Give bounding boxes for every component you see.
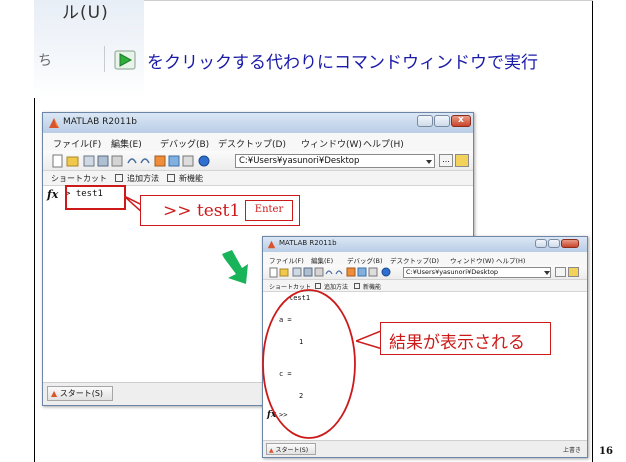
- matlab-logo-icon: [267, 240, 276, 249]
- menu-debug[interactable]: デバッグ(B): [160, 137, 209, 150]
- matlab-logo-icon: [49, 118, 59, 128]
- maximize-button[interactable]: [434, 115, 450, 127]
- shortcut-how-to-add[interactable]: 追加方法: [127, 173, 159, 184]
- window-title: MATLAB R2011b: [63, 117, 138, 127]
- current-folder-path: C:¥Users¥yasunori¥Desktop: [406, 268, 499, 276]
- result-callout: 結果が表示される: [380, 322, 551, 355]
- maximize-button[interactable]: [548, 239, 560, 248]
- browse-folder-button[interactable]: ...: [439, 154, 453, 167]
- up-folder-button[interactable]: [455, 154, 469, 167]
- close-button[interactable]: x: [451, 115, 471, 127]
- window-title: MATLAB R2011b: [279, 239, 337, 247]
- menu-file[interactable]: ファイル(F): [269, 255, 304, 265]
- menu-window[interactable]: ウィンドウ(W): [301, 137, 362, 150]
- menu-window[interactable]: ウィンドウ(W): [450, 255, 494, 265]
- menu-edit[interactable]: 編集(E): [111, 137, 142, 150]
- title-bar: MATLAB R2011b: [263, 237, 587, 252]
- shortcuts-bar: ショートカット 追加方法 新機能: [43, 171, 473, 186]
- toolbar-icons[interactable]: [269, 267, 399, 278]
- status-bar: ▲ スタート(S) 上書き: [263, 440, 587, 457]
- command-highlight-box: [65, 185, 126, 210]
- slide-frame-right: [592, 0, 593, 462]
- current-folder-field[interactable]: C:¥Users¥yasunori¥Desktop: [235, 154, 435, 168]
- overwrite-status: 上書き: [562, 447, 581, 454]
- minimize-button[interactable]: [417, 115, 433, 127]
- fx-icon: fx: [47, 188, 59, 201]
- menu-bar: ファイル(F) 編集(E) デバッグ(B) デスクトップ(D) ウィンドウ(W)…: [43, 133, 473, 151]
- menu-file[interactable]: ファイル(F): [53, 137, 101, 150]
- enter-key-label: Enter: [245, 200, 293, 221]
- shortcut-whats-new[interactable]: 新機能: [363, 282, 381, 291]
- result-highlight-ellipse: [262, 289, 356, 439]
- up-folder-button[interactable]: [568, 267, 579, 277]
- menu-desktop[interactable]: デスクトップ(D): [218, 137, 286, 150]
- add-shortcut-icon: [115, 174, 123, 182]
- toolbar-crop: ル(U) ち: [34, 0, 144, 98]
- run-icon[interactable]: [114, 50, 136, 70]
- start-icon: ▲: [269, 447, 274, 454]
- result-callout-text: 結果が表示される: [389, 333, 525, 353]
- menu-desktop[interactable]: デスクトップ(D): [390, 255, 439, 265]
- toolbar-icons[interactable]: [51, 154, 231, 168]
- headline-text: をクリックする代わりにコマンドウィンドウで実行: [147, 53, 538, 73]
- slide: ル(U) ち をクリックする代わりにコマンドウィンドウで実行 MATLAB R2…: [0, 0, 626, 462]
- browse-folder-button[interactable]: [555, 267, 566, 277]
- shortcut-label[interactable]: ショートカット: [51, 173, 107, 184]
- menu-fragment: ル(U): [62, 3, 109, 23]
- arrow-down-right-icon: [222, 250, 248, 284]
- start-button[interactable]: ▲ スタート(S): [266, 443, 316, 455]
- shortcut-whats-new[interactable]: 新機能: [179, 173, 203, 184]
- close-icon: x: [458, 115, 464, 125]
- whats-new-icon: [167, 174, 175, 182]
- title-bar: MATLAB R2011b x: [43, 113, 473, 133]
- toolbar: C:¥Users¥yasunori¥Desktop ...: [43, 151, 473, 171]
- enter-key-text: Enter: [254, 204, 284, 215]
- page-number: 16: [599, 446, 613, 457]
- menu-edit[interactable]: 編集(E): [311, 255, 333, 265]
- callout-command-text: >> test1: [163, 201, 241, 221]
- current-folder-field[interactable]: C:¥Users¥yasunori¥Desktop: [403, 267, 551, 278]
- start-icon: ▲: [51, 389, 58, 398]
- toolbar-separator: [104, 46, 105, 72]
- menu-help[interactable]: ヘルプ(H): [496, 255, 525, 265]
- partial-icon: ち: [38, 53, 52, 69]
- chevron-down-icon[interactable]: [544, 271, 550, 275]
- menu-bar: ファイル(F) 編集(E) デバッグ(B) デスクトップ(D) ウィンドウ(W)…: [263, 252, 587, 265]
- start-button[interactable]: ▲ スタート(S): [47, 386, 113, 401]
- menu-help[interactable]: ヘルプ(H): [363, 137, 404, 150]
- close-button[interactable]: [561, 239, 579, 248]
- start-label: スタート(S): [275, 447, 309, 454]
- current-folder-path: C:¥Users¥yasunori¥Desktop: [239, 156, 360, 166]
- minimize-button[interactable]: [535, 239, 547, 248]
- chevron-down-icon[interactable]: [426, 160, 432, 164]
- toolbar: C:¥Users¥yasunori¥Desktop: [263, 265, 587, 280]
- start-label: スタート(S): [59, 389, 104, 398]
- menu-debug[interactable]: デバッグ(B): [347, 255, 383, 265]
- command-callout: >> test1 Enter: [140, 195, 300, 226]
